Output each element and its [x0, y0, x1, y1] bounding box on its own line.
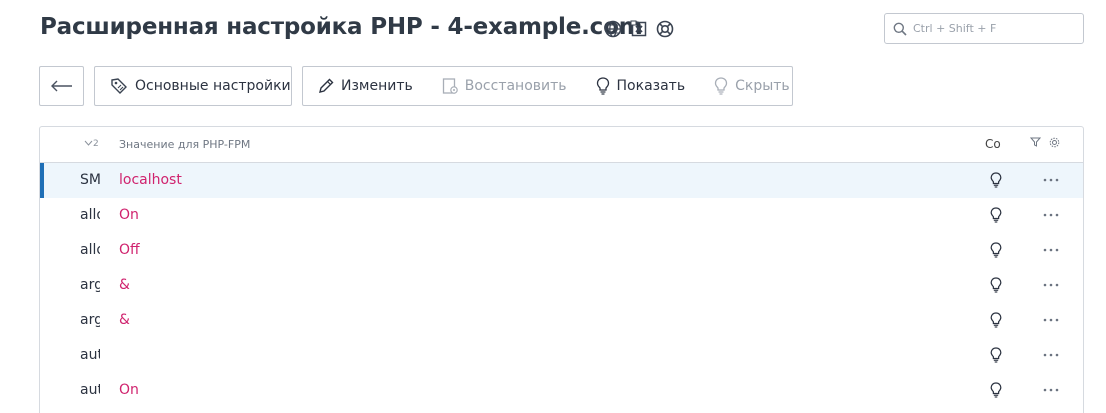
arrow-left-icon: [50, 80, 72, 92]
restore-button[interactable]: Восстановить: [427, 67, 581, 105]
tag-icon: [111, 78, 127, 94]
more-menu-icon[interactable]: [1043, 170, 1059, 186]
setting-name: auto_append_file: [80, 347, 100, 363]
table-row[interactable]: allow_url_include Off: [40, 233, 1083, 268]
show-label: Показать: [616, 78, 686, 94]
sort-order-number: 2: [93, 139, 99, 149]
setting-value: Off: [119, 242, 140, 258]
lightbulb-icon[interactable]: [989, 346, 1003, 368]
more-menu-icon[interactable]: [1043, 310, 1059, 326]
restore-label: Восстановить: [464, 78, 567, 94]
lightbulb-icon[interactable]: [989, 206, 1003, 228]
setting-name: allow_url_fopen: [80, 207, 100, 223]
setting-value: &: [119, 277, 130, 293]
lifebuoy-icon[interactable]: [655, 19, 675, 39]
more-menu-icon[interactable]: [1043, 275, 1059, 291]
table-row[interactable]: arg_separator.output &: [40, 303, 1083, 338]
edit-label: Изменить: [341, 78, 413, 94]
filter-icon[interactable]: [1030, 137, 1041, 147]
search-input[interactable]: [913, 22, 1073, 35]
restore-document-icon: [442, 78, 458, 94]
setting-value: On: [119, 382, 139, 398]
php-settings-table: 2 Значение для PHP-FPM Co SMTP localhost a…: [39, 126, 1084, 413]
table-row[interactable]: arg_separator.input &: [40, 268, 1083, 303]
table-header: 2 Значение для PHP-FPM Co: [40, 127, 1083, 163]
setting-value: localhost: [119, 172, 182, 188]
lightbulb-off-icon: [714, 77, 728, 95]
table-body: SMTPlocalhostallow_url_fopenOnallow_url_…: [40, 163, 1083, 408]
table-row[interactable]: auto_detect_line_endings On: [40, 373, 1083, 408]
column-header-co[interactable]: Co: [985, 137, 1001, 151]
sort-indicator[interactable]: 2: [84, 139, 99, 149]
lightbulb-icon: [596, 77, 609, 95]
table-row[interactable]: SMTP localhost: [40, 163, 1083, 198]
php-x-icon[interactable]: [629, 19, 649, 39]
edit-button[interactable]: Изменить: [303, 67, 427, 105]
action-button-group: Изменить Восстановить Показать Скрыть: [302, 66, 793, 106]
setting-value: &: [119, 312, 130, 328]
show-button[interactable]: Показать: [581, 67, 700, 105]
setting-name: allow_url_include: [80, 242, 100, 258]
more-menu-icon[interactable]: [1043, 380, 1059, 396]
basic-settings-label: Основные настройки: [135, 78, 291, 94]
search-box[interactable]: [884, 13, 1084, 44]
column-header-value[interactable]: Значение для PHP-FPM: [119, 138, 250, 151]
setting-name: SMTP: [80, 172, 100, 188]
setting-name: arg_separator.output: [80, 312, 100, 328]
pencil-icon: [319, 78, 334, 93]
lightbulb-icon[interactable]: [989, 381, 1003, 403]
more-menu-icon[interactable]: [1043, 205, 1059, 221]
hide-label: Скрыть: [735, 78, 790, 94]
search-icon: [893, 22, 907, 36]
gear-icon[interactable]: [1049, 137, 1060, 148]
back-button[interactable]: [39, 66, 84, 106]
setting-value: On: [119, 207, 139, 223]
more-menu-icon[interactable]: [1043, 345, 1059, 361]
chevron-down-icon: [84, 140, 93, 146]
title-icons: [603, 19, 675, 39]
table-row[interactable]: allow_url_fopen On: [40, 198, 1083, 233]
hide-button[interactable]: Скрыть: [699, 67, 804, 105]
header-icons: [1030, 137, 1060, 148]
table-row[interactable]: auto_append_file: [40, 338, 1083, 373]
more-menu-icon[interactable]: [1043, 240, 1059, 256]
globe-icon[interactable]: [603, 19, 623, 39]
lightbulb-icon[interactable]: [989, 311, 1003, 333]
lightbulb-icon[interactable]: [989, 171, 1003, 193]
page-title: Расширенная настройка PHP - 4-example.co…: [40, 14, 643, 40]
setting-name: auto_detect_line_endings: [80, 382, 100, 398]
lightbulb-icon[interactable]: [989, 241, 1003, 263]
basic-settings-button[interactable]: Основные настройки: [94, 66, 292, 106]
setting-name: arg_separator.input: [80, 277, 100, 293]
lightbulb-icon[interactable]: [989, 276, 1003, 298]
